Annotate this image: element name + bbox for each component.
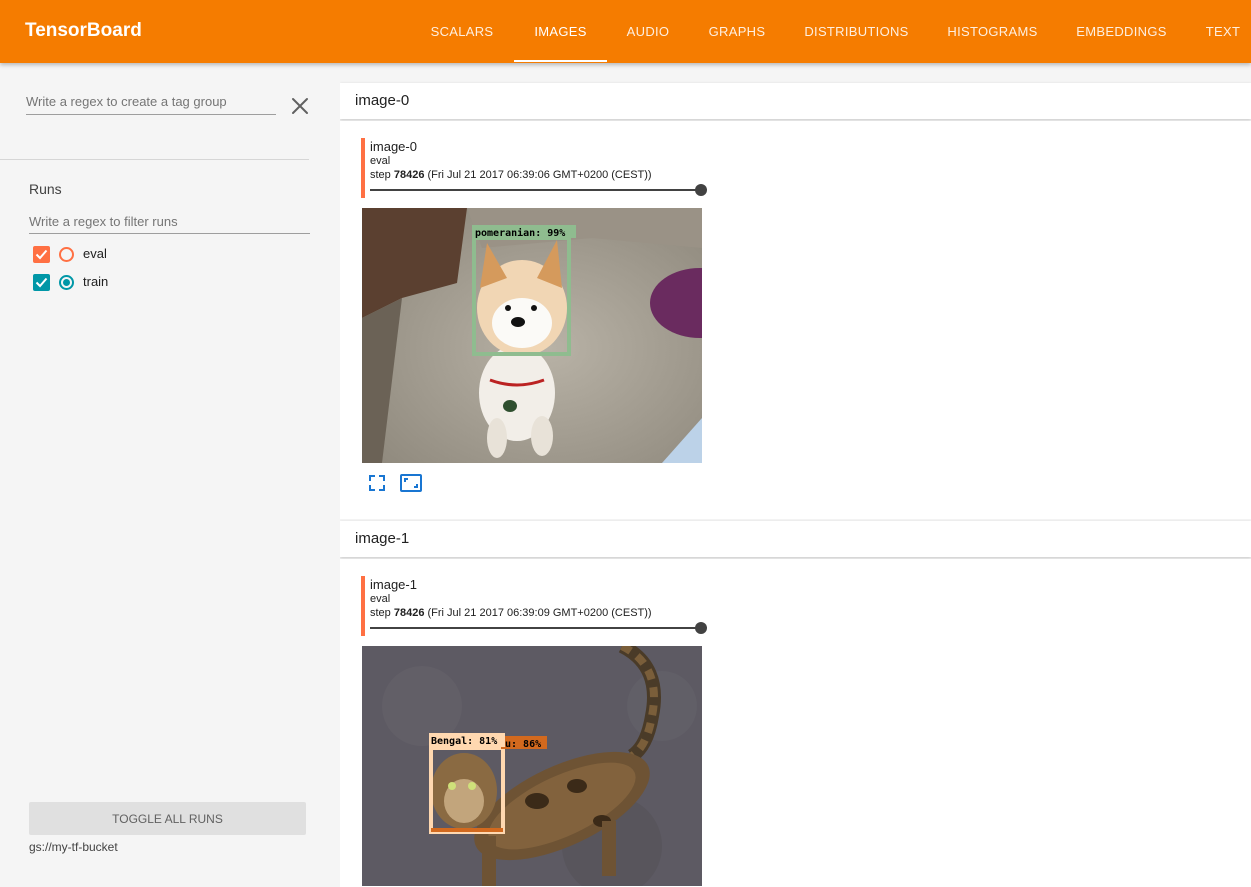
category-header[interactable]: image-1	[340, 521, 1251, 557]
detection-label: u: 86%	[505, 739, 541, 750]
tag-group-filter	[26, 93, 276, 115]
step-prefix: step	[370, 607, 394, 619]
card-tag-name: image-1	[370, 577, 417, 592]
actual-size-icon[interactable]	[400, 472, 422, 494]
summary-image: u: 86% Bengal: 81%	[362, 646, 702, 886]
run-label: train	[83, 274, 109, 289]
sidebar: Runs eval train TOGGLE ALL RUNS gs://my-…	[0, 63, 340, 887]
run-color-accent	[361, 138, 365, 198]
image-card: image-1 eval step 78426 (Fri Jul 21 2017…	[340, 559, 1251, 887]
category-title: image-0	[355, 92, 410, 109]
tab-scalars[interactable]: SCALARS	[420, 0, 504, 63]
tab-histograms[interactable]: HISTOGRAMS	[937, 0, 1048, 63]
top-app-bar: TensorBoard SCALARS IMAGES AUDIO GRAPHS …	[0, 0, 1251, 63]
run-label: eval	[83, 246, 107, 261]
tab-images[interactable]: IMAGES	[514, 0, 607, 63]
radio-selected-dot	[63, 279, 70, 286]
card-step-info: step 78426 (Fri Jul 21 2017 06:39:06 GMT…	[370, 169, 652, 181]
runs-filter	[29, 213, 310, 234]
tab-text[interactable]: TEXT	[1195, 0, 1251, 63]
card-step-info: step 78426 (Fri Jul 21 2017 06:39:09 GMT…	[370, 607, 652, 619]
main-content: image-0 image-0 eval step 78426 (Fri Jul…	[340, 63, 1251, 887]
step-prefix: step	[370, 169, 394, 181]
active-tab-indicator	[514, 60, 607, 62]
detection-label: pomeranian: 99%	[475, 227, 565, 239]
step-slider-knob[interactable]	[695, 184, 707, 196]
run-checkbox[interactable]	[33, 246, 50, 263]
card-run-name: eval	[370, 155, 391, 167]
step-value: 78426	[393, 607, 425, 619]
step-slider-track[interactable]	[370, 189, 701, 191]
run-item-train[interactable]: train	[33, 273, 233, 291]
image-card: image-0 eval step 78426 (Fri Jul 21 2017…	[340, 121, 1251, 519]
card-run-name: eval	[370, 593, 391, 605]
run-radio[interactable]	[59, 275, 74, 290]
run-checkbox[interactable]	[33, 274, 50, 291]
toggle-all-runs-button[interactable]: TOGGLE ALL RUNS	[29, 802, 306, 835]
step-slider-knob[interactable]	[695, 622, 707, 634]
tab-graphs[interactable]: GRAPHS	[697, 0, 777, 63]
run-item-eval[interactable]: eval	[33, 245, 233, 263]
category-title: image-1	[355, 530, 410, 547]
tab-distributions[interactable]: DISTRIBUTIONS	[797, 0, 916, 63]
category-header[interactable]: image-0	[340, 83, 1251, 119]
log-directory: gs://my-tf-bucket	[29, 840, 118, 854]
card-tag-name: image-0	[370, 139, 417, 154]
run-radio[interactable]	[59, 247, 74, 262]
tab-embeddings[interactable]: EMBEDDINGS	[1068, 0, 1175, 63]
runs-heading: Runs	[29, 181, 62, 197]
summary-image: pomeranian: 99%	[362, 208, 702, 463]
step-timestamp: (Fri Jul 21 2017 06:39:09 GMT+0200 (CEST…	[424, 607, 652, 619]
fullscreen-icon[interactable]	[366, 472, 388, 494]
runs-filter-input[interactable]	[29, 214, 310, 229]
detection-label: Bengal: 81%	[431, 736, 497, 747]
step-slider-track[interactable]	[370, 627, 701, 629]
tab-audio[interactable]: AUDIO	[617, 0, 679, 63]
step-value: 78426	[393, 169, 425, 181]
step-timestamp: (Fri Jul 21 2017 06:39:06 GMT+0200 (CEST…	[424, 169, 652, 181]
sidebar-divider	[0, 159, 309, 160]
app-title: TensorBoard	[25, 20, 142, 41]
close-icon[interactable]	[290, 96, 310, 116]
tag-group-input[interactable]	[26, 94, 276, 109]
run-color-accent	[361, 576, 365, 636]
